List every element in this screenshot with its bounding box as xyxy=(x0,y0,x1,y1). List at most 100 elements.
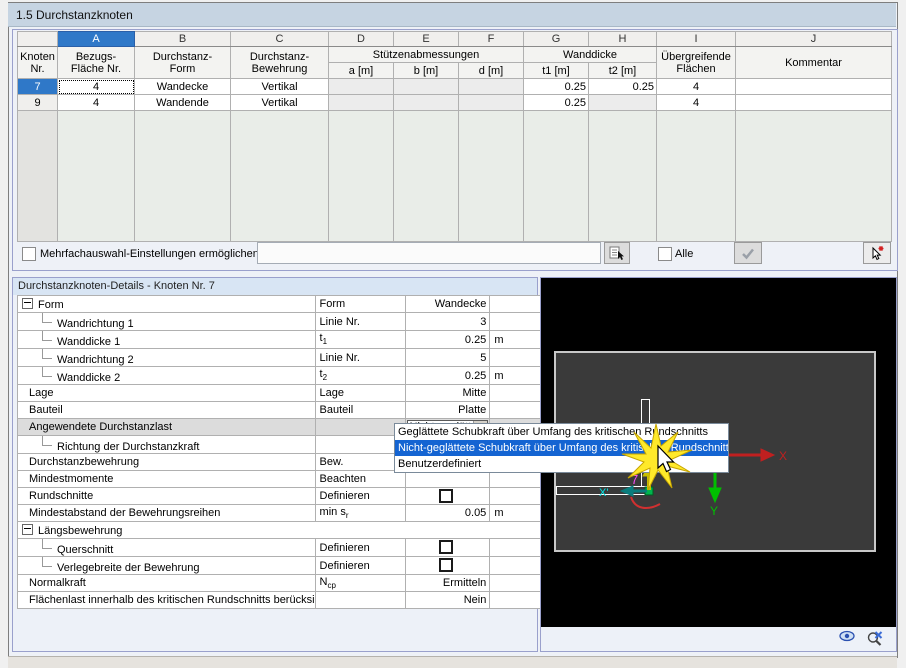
details-value[interactable]: 0.25 xyxy=(404,330,491,349)
cell[interactable] xyxy=(393,78,459,95)
empty-cell xyxy=(588,110,657,242)
col-header-uebergreifende: Übergreifende Flächen xyxy=(656,46,736,79)
empty-row-header xyxy=(17,110,58,242)
cell[interactable]: Vertikal xyxy=(230,78,329,95)
col-header-knoten: Knoten Nr. xyxy=(17,46,58,79)
details-row: Wanddicke 1 t1 0.25 m xyxy=(17,330,555,349)
cell[interactable]: 4 xyxy=(57,78,135,95)
eye-icon xyxy=(839,630,855,642)
details-property[interactable]: Rundschnitte xyxy=(17,487,316,505)
details-checkbox[interactable] xyxy=(438,488,453,503)
cell[interactable] xyxy=(588,94,657,111)
collapse-box-icon[interactable] xyxy=(22,297,33,309)
details-value[interactable] xyxy=(404,538,491,557)
details-value[interactable]: Nein xyxy=(404,591,491,609)
details-value[interactable]: Mitte xyxy=(404,384,491,402)
column-letter-A[interactable]: A xyxy=(57,31,135,47)
view-visibility-button[interactable] xyxy=(838,630,856,645)
cell[interactable]: Wandende xyxy=(134,94,231,111)
details-value[interactable]: Wandecke xyxy=(404,295,491,313)
details-checkbox[interactable] xyxy=(438,558,453,572)
column-letter-H[interactable]: H xyxy=(588,31,657,47)
column-letter-E[interactable]: E xyxy=(393,31,459,47)
details-symbol: Definieren xyxy=(314,487,406,505)
select-nodes-button[interactable] xyxy=(863,242,891,264)
details-property[interactable]: Querschnitt xyxy=(17,538,316,557)
details-value[interactable] xyxy=(404,487,491,505)
cell[interactable] xyxy=(735,94,892,111)
alle-checkbox[interactable] xyxy=(658,247,672,261)
cell[interactable] xyxy=(458,94,524,111)
multiselect-checkbox[interactable] xyxy=(22,247,36,261)
column-letter-B[interactable]: B xyxy=(134,31,231,47)
axis-y-label: Y xyxy=(710,504,718,518)
details-value[interactable]: 5 xyxy=(404,348,491,367)
details-symbol: Definieren xyxy=(314,556,406,575)
details-value[interactable]: 3 xyxy=(404,312,491,331)
details-value[interactable] xyxy=(404,470,491,488)
local-axis-label: X' xyxy=(599,487,608,499)
dropdown-option[interactable]: Nicht-geglättete Schubkraft über Umfang … xyxy=(395,440,728,456)
details-property[interactable]: Wandrichtung 2 xyxy=(17,348,316,367)
details-property[interactable]: Wandrichtung 1 xyxy=(17,312,316,331)
pick-from-list-button[interactable] xyxy=(604,242,630,264)
cell[interactable]: 4 xyxy=(57,94,135,111)
cell[interactable]: 0.25 xyxy=(523,94,589,111)
cell[interactable] xyxy=(458,78,524,95)
cell[interactable]: 0.25 xyxy=(588,78,657,95)
col-header-durchstanzbewehrung: Durchstanz- Bewehrung xyxy=(230,46,329,79)
column-letter-C[interactable]: C xyxy=(230,31,329,47)
details-property[interactable]: Form xyxy=(17,295,316,313)
details-value[interactable]: 0.05 xyxy=(404,504,491,522)
details-row: Flächenlast innerhalb des kritischen Run… xyxy=(17,591,555,609)
details-row: Wanddicke 2 t2 0.25 m xyxy=(17,366,555,385)
cell[interactable]: 0.25 xyxy=(523,78,589,95)
details-property[interactable]: Mindestmomente xyxy=(17,470,316,488)
cell[interactable]: 4 xyxy=(656,94,736,111)
apply-check-button[interactable] xyxy=(734,242,762,264)
details-property[interactable]: Längsbewehrung xyxy=(16,521,555,539)
cell[interactable]: 4 xyxy=(656,78,736,95)
details-value[interactable]: Platte xyxy=(404,401,491,419)
details-property[interactable]: Wanddicke 2 xyxy=(17,366,316,385)
details-property[interactable]: Durchstanzbewehrung xyxy=(17,453,316,471)
column-letter-D[interactable]: D xyxy=(328,31,394,47)
tree-connector xyxy=(42,436,52,446)
details-property[interactable]: Wanddicke 1 xyxy=(17,330,316,349)
zoom-reset-button[interactable] xyxy=(866,630,884,649)
details-property[interactable]: Lage xyxy=(17,384,316,402)
details-property[interactable]: Flächenlast innerhalb des kritischen Run… xyxy=(17,591,316,609)
column-letter-G[interactable]: G xyxy=(523,31,589,47)
list-cursor-icon xyxy=(609,246,624,260)
collapse-box-icon[interactable] xyxy=(22,523,33,535)
details-panel-header: Durchstanzknoten-Details - Knoten Nr. 7 xyxy=(13,278,537,295)
cell[interactable] xyxy=(328,94,394,111)
details-property[interactable]: Normalkraft xyxy=(17,574,316,592)
column-letter-I[interactable]: I xyxy=(656,31,736,47)
details-property[interactable]: Mindestabstand der Bewehrungsreihen xyxy=(17,504,316,522)
col-header-kommentar: Kommentar xyxy=(735,46,892,79)
column-letter-J[interactable]: J xyxy=(735,31,892,47)
cell[interactable]: Wandecke xyxy=(134,78,231,95)
dropdown-option[interactable]: Benutzerdefiniert xyxy=(395,456,728,472)
details-property[interactable]: Bauteil xyxy=(17,401,316,419)
multiselect-input[interactable] xyxy=(257,242,601,264)
cell[interactable] xyxy=(393,94,459,111)
row-header-node[interactable]: 9 xyxy=(17,94,58,111)
cell[interactable] xyxy=(735,78,892,95)
details-symbol: min sr xyxy=(314,504,406,522)
tree-connector xyxy=(42,331,52,341)
details-property[interactable]: Richtung der Durchstanzkraft xyxy=(17,435,316,454)
details-value[interactable] xyxy=(404,556,491,575)
cell[interactable]: Vertikal xyxy=(230,94,329,111)
details-property[interactable]: Verlegebreite der Bewehrung xyxy=(17,556,316,575)
empty-cell xyxy=(57,110,135,242)
dropdown-option[interactable]: Geglättete Schubkraft über Umfang des kr… xyxy=(395,424,728,440)
row-header-node[interactable]: 7 xyxy=(17,78,58,95)
details-value[interactable]: 0.25 xyxy=(404,366,491,385)
details-checkbox[interactable] xyxy=(438,540,453,554)
cell[interactable] xyxy=(328,78,394,95)
details-property[interactable]: Angewendete Durchstanzlast xyxy=(17,418,316,436)
details-value[interactable]: Ermitteln xyxy=(404,574,491,592)
column-letter-F[interactable]: F xyxy=(458,31,524,47)
